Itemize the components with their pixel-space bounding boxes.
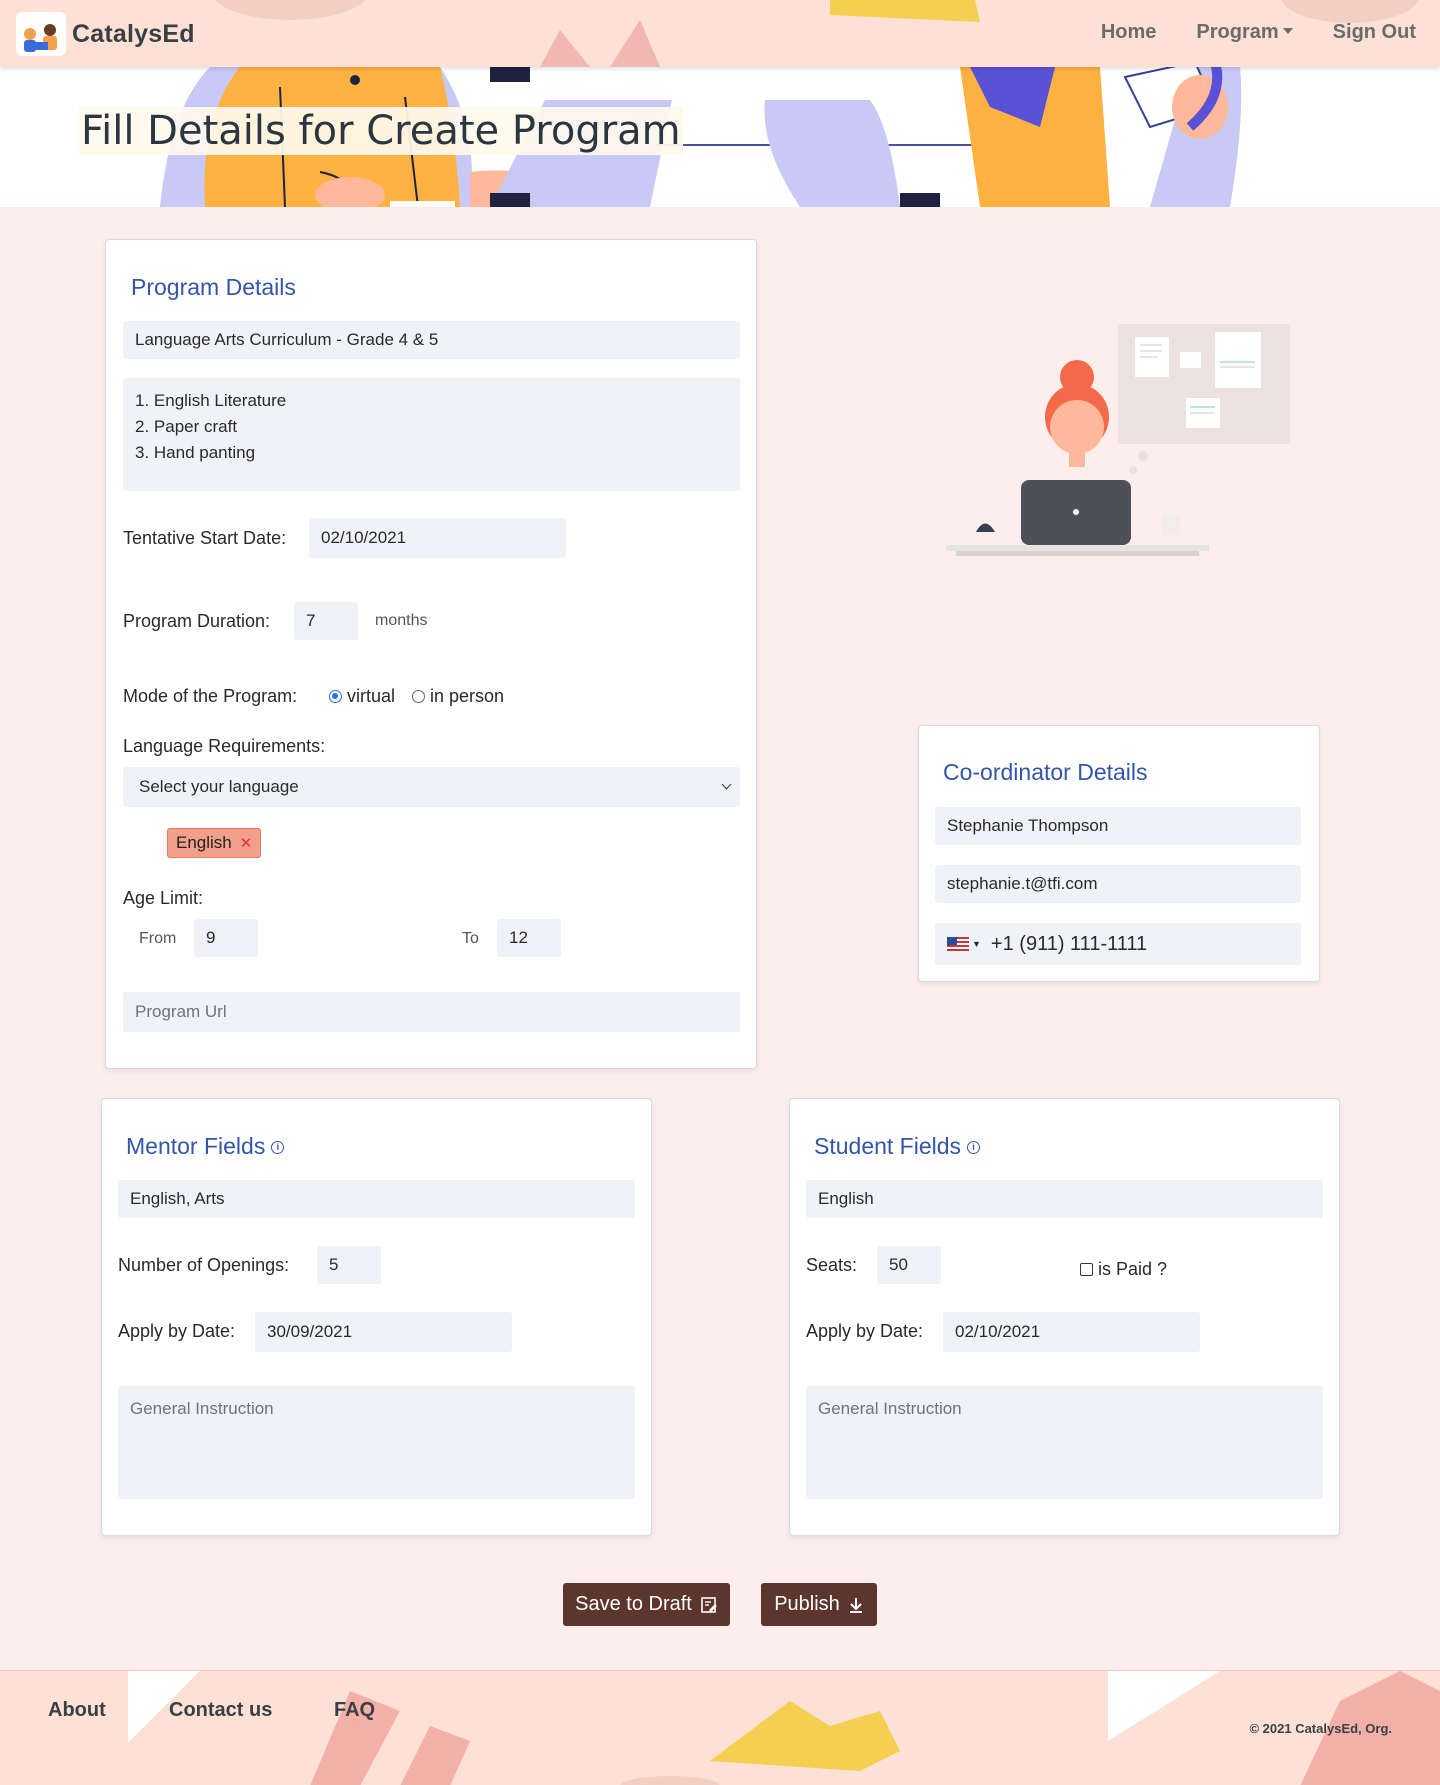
age-to-label: To [462, 930, 479, 947]
coordinator-name-input[interactable]: Stephanie Thompson [935, 807, 1301, 845]
is-paid-label: is Paid ? [1098, 1259, 1168, 1279]
mode-in-person-radio[interactable]: in person [412, 686, 504, 707]
info-icon[interactable]: i [967, 1141, 981, 1155]
workspace-illustration [946, 324, 1290, 556]
program-url-input[interactable]: Program Url [123, 992, 740, 1032]
checkbox-icon [1080, 1263, 1093, 1276]
publish-label: Publish [774, 1593, 840, 1615]
student-fields-title-text: Student Fields [814, 1133, 962, 1159]
close-icon[interactable]: ✕ [240, 834, 253, 852]
duration-unit: months [375, 612, 428, 629]
student-instruction-textarea[interactable]: General Instruction [806, 1386, 1323, 1499]
student-fields-card: Student Fields i English Seats: 50 is Pai… [789, 1098, 1340, 1536]
mode-in-person-label: in person [430, 686, 505, 706]
openings-label: Number of Openings: [118, 1255, 290, 1275]
nav-program-dropdown[interactable]: Program [1196, 21, 1293, 44]
publish-button[interactable]: Publish [761, 1583, 877, 1626]
age-to-input[interactable]: 12 [497, 919, 561, 957]
student-apply-date-input[interactable]: 02/10/2021 [943, 1312, 1200, 1352]
language-select[interactable]: Select your language [123, 767, 740, 807]
brand[interactable]: CatalysEd [16, 12, 195, 56]
download-icon [849, 1597, 862, 1613]
nav-links: Home Program Sign Out [1061, 21, 1416, 44]
mentor-instruction-textarea[interactable]: General Instruction [118, 1386, 635, 1499]
duration-input[interactable]: 7 [294, 602, 358, 640]
language-select-value: Select your language [139, 777, 299, 796]
start-date-input[interactable]: 02/10/2021 [309, 518, 566, 558]
chevron-down-icon [721, 779, 732, 790]
duration-label: Program Duration: [123, 611, 271, 631]
coordinator-phone-value: +1 (911) 111-1111 [990, 932, 1148, 955]
program-name-input[interactable]: Language Arts Curriculum - Grade 4 & 5 [123, 321, 740, 359]
radio-selected-icon [329, 690, 342, 703]
mentor-apply-label: Apply by Date: [118, 1321, 236, 1341]
mentor-fields-card: Mentor Fields i English, Arts Number of O… [101, 1098, 652, 1536]
caret-down-icon [1282, 27, 1293, 34]
mentor-subjects-input[interactable]: English, Arts [118, 1180, 635, 1218]
copyright-text: © 2021 CatalysEd, Org. [1249, 1721, 1392, 1736]
mentor-fields-title-text: Mentor Fields [126, 1133, 266, 1159]
student-fields-title: Student Fields i [814, 1133, 981, 1160]
save-to-draft-button[interactable]: Save to Draft [563, 1583, 730, 1626]
us-flag-icon[interactable]: ▼ [947, 937, 981, 951]
coordinator-email-input[interactable]: stephanie.t@tfi.com [935, 865, 1301, 903]
age-from-label: From [139, 930, 177, 947]
edit-note-icon [701, 1596, 717, 1613]
top-navbar: CatalysEd Home Program Sign Out [0, 0, 1440, 67]
brand-logo [16, 12, 66, 56]
seats-input[interactable]: 50 [877, 1246, 941, 1284]
age-limit-label: Age Limit: [123, 888, 204, 908]
coordinator-details-card: Co-ordinator Details Stephanie Thompson … [918, 725, 1320, 982]
program-details-card: Program Details Language Arts Curriculum… [105, 239, 757, 1069]
language-label: Language Requirements: [123, 736, 326, 756]
is-paid-checkbox[interactable]: is Paid ? [1080, 1259, 1167, 1280]
student-apply-label: Apply by Date: [806, 1321, 924, 1341]
student-subjects-input[interactable]: English [806, 1180, 1323, 1218]
mentor-fields-title: Mentor Fields i [126, 1133, 285, 1160]
footer: About Contact us FAQ © 2021 CatalysEd, O… [0, 1670, 1440, 1785]
footer-faq-link[interactable]: FAQ [334, 1699, 375, 1722]
language-tag-label: English [176, 833, 232, 852]
nav-home-link[interactable]: Home [1101, 21, 1157, 44]
seats-label: Seats: [806, 1255, 858, 1275]
start-date-label: Tentative Start Date: [123, 528, 287, 548]
mode-virtual-radio[interactable]: virtual [329, 686, 395, 707]
hero-banner: Fill Details for Create Program [0, 67, 1440, 207]
brand-name: CatalysEd [72, 19, 195, 48]
program-description-textarea[interactable]: 1. English Literature 2. Paper craft 3. … [123, 378, 740, 491]
mentor-apply-date-input[interactable]: 30/09/2021 [255, 1312, 512, 1352]
language-tag-english: English ✕ [167, 828, 262, 858]
footer-about-link[interactable]: About [48, 1699, 106, 1722]
program-details-title: Program Details [131, 274, 296, 300]
nav-program-label: Program [1196, 21, 1279, 43]
coordinator-phone-input[interactable]: ▼ +1 (911) 111-1111 [935, 923, 1301, 965]
openings-input[interactable]: 5 [317, 1246, 381, 1284]
save-to-draft-label: Save to Draft [575, 1593, 692, 1615]
page-title: Fill Details for Create Program [79, 107, 683, 155]
nav-sign-out-link[interactable]: Sign Out [1333, 21, 1416, 44]
info-icon[interactable]: i [271, 1141, 285, 1155]
age-from-input[interactable]: 9 [194, 919, 258, 957]
mode-virtual-label: virtual [347, 686, 396, 706]
coordinator-details-title: Co-ordinator Details [943, 759, 1148, 785]
footer-decoration [128, 1671, 1440, 1785]
footer-contact-link[interactable]: Contact us [169, 1699, 272, 1722]
mode-label: Mode of the Program: [123, 686, 298, 706]
radio-unselected-icon [412, 690, 425, 703]
